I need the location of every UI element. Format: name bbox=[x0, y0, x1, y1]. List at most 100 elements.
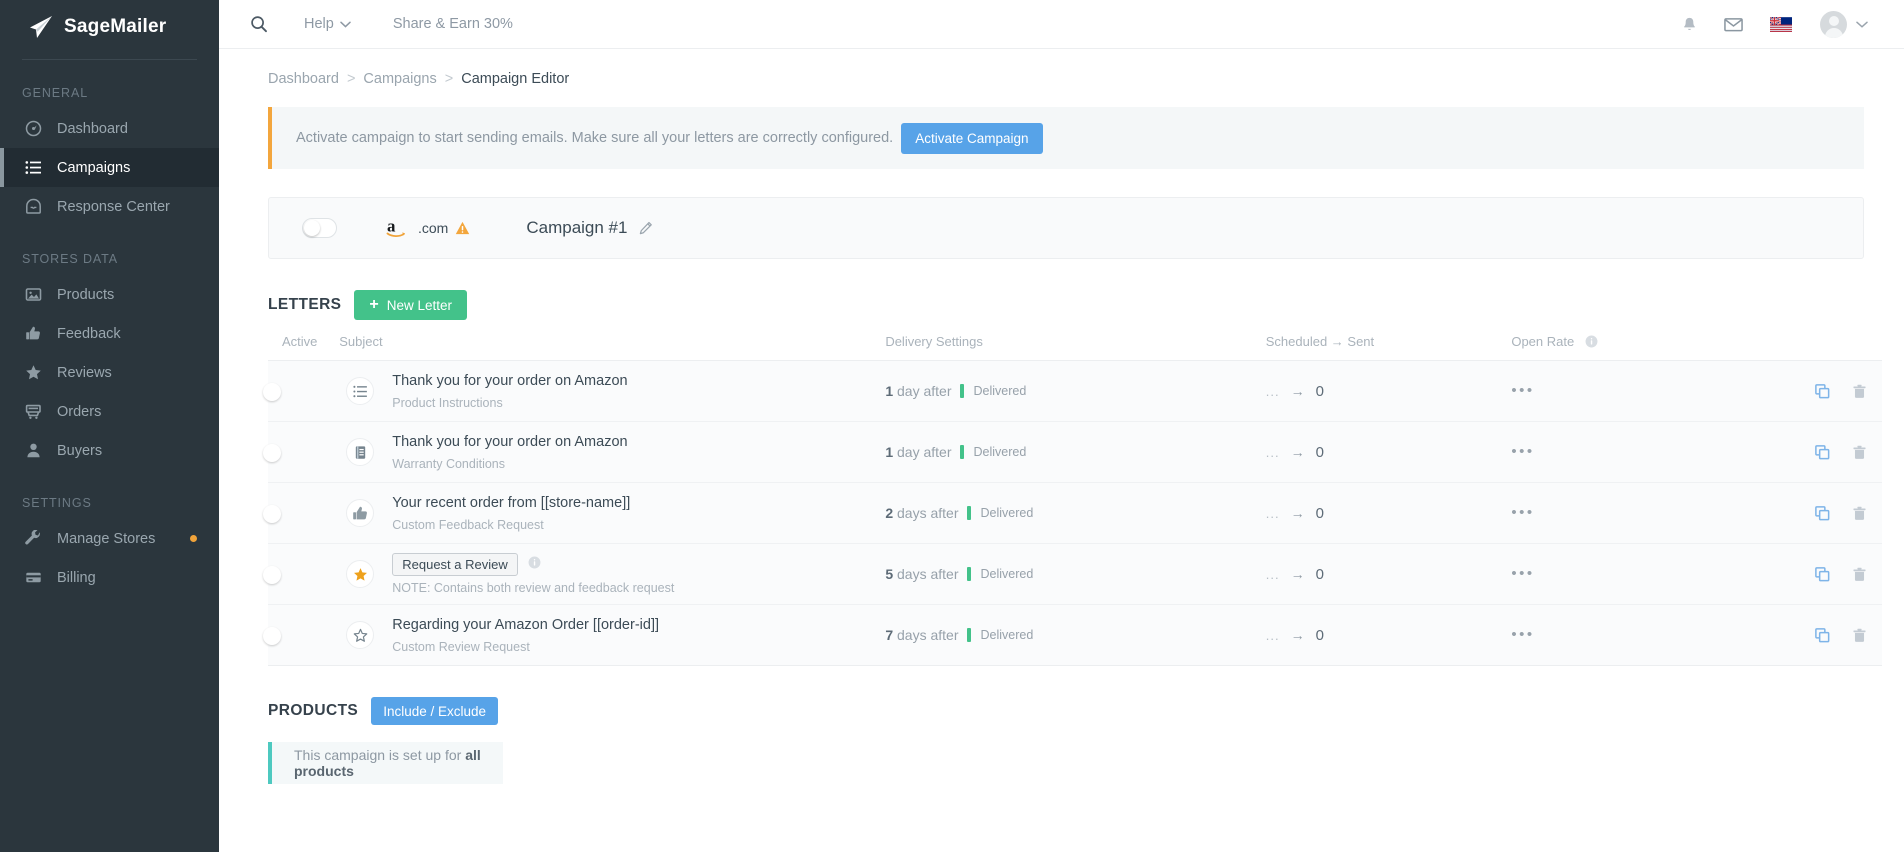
trash-icon[interactable] bbox=[1851, 566, 1868, 583]
sidebar-item-feedback[interactable]: Feedback bbox=[0, 314, 219, 353]
products-note-text: This campaign is set up for all products bbox=[294, 747, 503, 779]
sidebar-item-products[interactable]: Products bbox=[0, 275, 219, 314]
trash-icon[interactable] bbox=[1851, 444, 1868, 461]
sidebar-item-label: Orders bbox=[57, 403, 102, 420]
copy-icon[interactable] bbox=[1814, 505, 1831, 522]
row-active-cell bbox=[268, 360, 340, 422]
new-letter-label: New Letter bbox=[386, 297, 453, 313]
scheduled-count: ... bbox=[1265, 505, 1280, 521]
sidebar-item-label: Feedback bbox=[57, 325, 121, 342]
uk-flag-icon[interactable] bbox=[1769, 16, 1792, 32]
list-icon bbox=[25, 159, 42, 176]
sidebar-item-response-center[interactable]: Response Center bbox=[0, 187, 219, 226]
brand[interactable]: SageMailer bbox=[0, 0, 219, 54]
row-subject-cell: Request a Review NOTE: Contains both revi… bbox=[339, 543, 886, 605]
copy-icon[interactable] bbox=[1814, 627, 1831, 644]
breadcrumb-item-campaigns[interactable]: Campaigns bbox=[363, 71, 436, 87]
notification-dot bbox=[190, 535, 198, 542]
bell-icon[interactable] bbox=[1678, 16, 1700, 33]
row-open-rate-cell: ••• bbox=[1511, 604, 1755, 666]
info-icon[interactable] bbox=[528, 556, 541, 574]
trash-icon[interactable] bbox=[1851, 505, 1868, 522]
warning-triangle-icon[interactable] bbox=[455, 221, 470, 235]
open-rate-value[interactable]: ••• bbox=[1511, 626, 1534, 643]
mail-icon[interactable] bbox=[1722, 17, 1744, 32]
info-icon[interactable] bbox=[1585, 335, 1598, 348]
top-bar: Help Share & Earn 30% bbox=[219, 0, 1904, 49]
activate-campaign-button[interactable]: Activate Campaign bbox=[901, 122, 1043, 154]
sidebar-item-campaigns[interactable]: Campaigns bbox=[0, 148, 219, 187]
trash-icon[interactable] bbox=[1851, 383, 1868, 400]
status-badge: Delivered bbox=[980, 628, 1034, 642]
table-row: Thank you for your order on Amazon Produc… bbox=[268, 360, 1882, 422]
sidebar-item-orders[interactable]: Orders bbox=[0, 392, 219, 431]
breadcrumb-item-campaign-editor: Campaign Editor bbox=[461, 71, 570, 87]
status-badge: Delivered bbox=[980, 567, 1034, 581]
request-a-review-button[interactable]: Request a Review bbox=[392, 553, 518, 576]
help-menu[interactable]: Help bbox=[304, 16, 351, 32]
sidebar-nav: GENERAL Dashboard Campaigns Response Center… bbox=[0, 60, 219, 597]
pencil-icon[interactable] bbox=[639, 221, 653, 235]
breadcrumb: Dashboard > Campaigns > Campaign Editor bbox=[250, 49, 1864, 107]
include-exclude-button[interactable]: Include / Exclude bbox=[371, 697, 498, 725]
copy-icon[interactable] bbox=[1814, 566, 1831, 583]
open-rate-value[interactable]: ••• bbox=[1511, 443, 1534, 460]
sidebar-item-label: Dashboard bbox=[57, 120, 128, 137]
letter-subtitle: Product Instructions bbox=[392, 396, 503, 411]
row-scheduled-cell: ... → 0 bbox=[1265, 543, 1512, 605]
arrow-icon: → bbox=[1290, 444, 1305, 460]
delivery-delay: 1 day after bbox=[885, 444, 952, 460]
open-rate-value[interactable]: ••• bbox=[1511, 382, 1534, 399]
table-row: Regarding your Amazon Order [[order-id]]… bbox=[268, 604, 1882, 666]
star-icon bbox=[25, 364, 42, 381]
arrow-icon: → bbox=[1290, 505, 1305, 521]
table-row: Your recent order from [[store-name]] Cus… bbox=[268, 482, 1882, 544]
scheduled-count: ... bbox=[1265, 444, 1280, 460]
sidebar-item-label: Campaigns bbox=[57, 159, 131, 176]
delivery-unit: days after bbox=[897, 627, 959, 643]
copy-icon[interactable] bbox=[1814, 444, 1831, 461]
credit-card-icon bbox=[25, 569, 42, 586]
campaign-marketplace: a .com bbox=[385, 216, 470, 239]
campaign-enable-toggle[interactable] bbox=[302, 218, 337, 238]
letters-title: LETTERS bbox=[268, 296, 342, 313]
sidebar-item-label: Billing bbox=[57, 569, 96, 586]
row-delivery-cell: 1 day after Delivered bbox=[885, 360, 1266, 422]
table-row: Thank you for your order on Amazon Warran… bbox=[268, 421, 1882, 483]
row-subject-cell: Regarding your Amazon Order [[order-id]]… bbox=[339, 604, 886, 666]
status-bar bbox=[967, 567, 972, 581]
open-rate-value[interactable]: ••• bbox=[1511, 565, 1534, 582]
sidebar-item-billing[interactable]: Billing bbox=[0, 558, 219, 597]
sent-count: 0 bbox=[1315, 443, 1324, 461]
row-subject-cell: Thank you for your order on Amazon Warran… bbox=[339, 421, 886, 483]
row-actions-cell bbox=[1754, 482, 1882, 544]
sidebar-item-manage-stores[interactable]: Manage Stores bbox=[0, 519, 219, 558]
campaign-header-card: a .com Campaign #1 bbox=[268, 197, 1864, 259]
sidebar-group-title-general: GENERAL bbox=[22, 86, 89, 100]
chevron-down-icon[interactable] bbox=[1856, 15, 1868, 33]
avatar[interactable] bbox=[1820, 10, 1847, 38]
row-actions-cell bbox=[1754, 421, 1882, 483]
letter-subject[interactable]: Regarding your Amazon Order [[order-id]] bbox=[392, 616, 659, 636]
sidebar-item-buyers[interactable]: Buyers bbox=[0, 431, 219, 470]
row-open-rate-cell: ••• bbox=[1511, 482, 1755, 544]
trash-icon[interactable] bbox=[1851, 627, 1868, 644]
letter-subject[interactable]: Your recent order from [[store-name]] bbox=[392, 494, 630, 514]
delivery-unit: days after bbox=[897, 566, 959, 582]
share-earn-link[interactable]: Share & Earn 30% bbox=[393, 16, 513, 32]
inbox-icon bbox=[25, 198, 42, 215]
row-active-cell bbox=[268, 421, 340, 483]
letter-subject[interactable]: Thank you for your order on Amazon bbox=[392, 372, 627, 392]
amazon-icon: a bbox=[385, 216, 411, 239]
copy-icon[interactable] bbox=[1814, 383, 1831, 400]
topbar-left: Help Share & Earn 30% bbox=[219, 15, 513, 33]
sidebar-item-label: Buyers bbox=[57, 442, 103, 459]
breadcrumb-item-dashboard[interactable]: Dashboard bbox=[268, 71, 339, 87]
new-letter-button[interactable]: + New Letter bbox=[354, 290, 468, 320]
letters-table: Active Subject Delivery Settings Schedul… bbox=[268, 334, 1882, 666]
sidebar-item-reviews[interactable]: Reviews bbox=[0, 353, 219, 392]
letter-subject[interactable]: Thank you for your order on Amazon bbox=[392, 433, 627, 453]
search-icon[interactable] bbox=[250, 15, 268, 33]
open-rate-value[interactable]: ••• bbox=[1511, 504, 1534, 521]
sidebar-item-dashboard[interactable]: Dashboard bbox=[0, 109, 219, 148]
